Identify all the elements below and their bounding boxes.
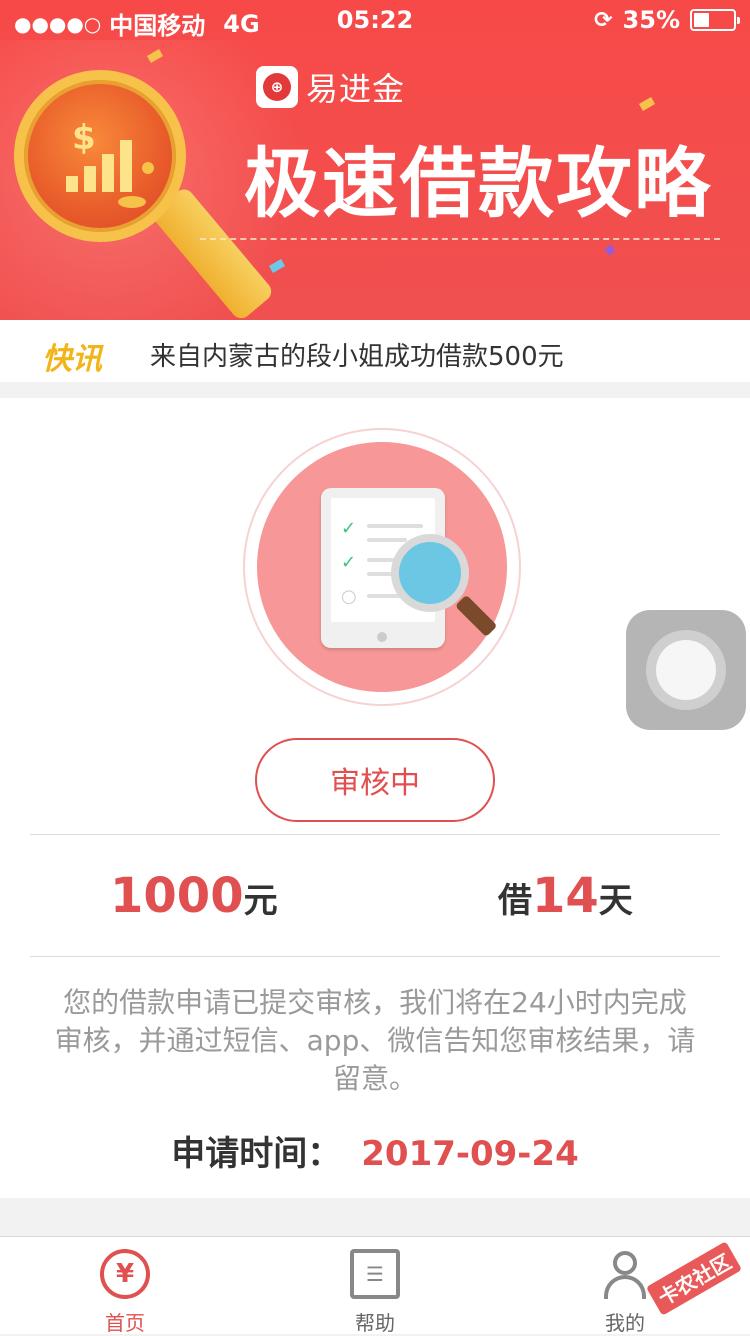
review-circle: ✓ ✓ ○ (257, 442, 507, 692)
battery-percent: 35% (622, 6, 680, 34)
tab-help-label: 帮助 (355, 1311, 395, 1335)
divider (30, 956, 720, 957)
user-icon (600, 1249, 650, 1299)
rotation-lock-icon: ⟳ (594, 7, 613, 33)
assistive-touch-button[interactable] (626, 610, 746, 730)
magnifier-icon (391, 534, 469, 612)
apply-time-value: 2017-09-24 (361, 1134, 579, 1174)
confetti-decoration (604, 244, 616, 256)
news-ticker[interactable]: 快讯 来自内蒙古的段小姐成功借款500元 (0, 320, 750, 382)
growth-bars-graphic (66, 140, 132, 192)
tab-home-label: 首页 (105, 1311, 145, 1335)
book-icon: ☰ (350, 1249, 400, 1299)
magnifier-handle-icon (455, 594, 498, 638)
home-yuan-icon: ¥ (100, 1249, 150, 1299)
confetti-decoration (638, 97, 656, 111)
loan-term: 借14天 (498, 868, 633, 924)
circle-icon: ○ (341, 586, 357, 607)
tab-home[interactable]: ¥ 首页 (0, 1237, 250, 1335)
check-icon: ✓ (341, 552, 357, 573)
loan-term-prefix: 借 (498, 881, 532, 921)
loan-amount-unit: 元 (243, 881, 278, 921)
review-illustration: ✓ ✓ ○ (243, 428, 521, 706)
tab-mine-label: 我的 (605, 1311, 645, 1335)
banner-title: 极速借款攻略 (244, 139, 712, 228)
tab-help[interactable]: ☰ 帮助 (250, 1237, 500, 1335)
divider (30, 834, 720, 835)
tab-bar: ¥ 首页 ☰ 帮助 我的 (0, 1236, 750, 1335)
review-notice: 您的借款申请已提交审核，我们将在24小时内完成审核，并通过短信、app、微信告知… (54, 986, 696, 1095)
clock: 05:22 (336, 6, 414, 34)
ticker-tag: 快讯 (42, 342, 102, 377)
apply-time: 申请时间： 2017-09-24 (0, 1126, 750, 1175)
loan-amount-value: 1000 (110, 868, 244, 924)
battery-icon (690, 9, 740, 31)
loan-amount: 1000元 (110, 868, 278, 924)
brand: ⊕ 易进金 (256, 64, 405, 110)
apply-time-label: 申请时间： (171, 1134, 342, 1174)
ticker-text: 来自内蒙古的段小姐成功借款500元 (150, 342, 564, 372)
review-status-button[interactable]: 审核中 (255, 738, 495, 822)
coin-graphic (118, 196, 146, 208)
coin-graphic (142, 162, 154, 174)
check-icon: ✓ (341, 518, 357, 539)
banner[interactable]: $ ⊕ 易进金 极速借款攻略 (0, 0, 750, 320)
loan-status-card: ✓ ✓ ○ 审核中 1000元 借14天 您的借款申请已提交审核，我们将在24小… (0, 398, 750, 1198)
status-bar: ●●●●○ 中国移动 4G 05:22 ⟳ 35% (0, 0, 750, 40)
brand-logo-icon: ⊕ (256, 66, 298, 108)
loan-term-value: 14 (532, 868, 599, 924)
brand-name: 易进金 (306, 70, 406, 108)
loan-term-unit: 天 (598, 881, 633, 921)
